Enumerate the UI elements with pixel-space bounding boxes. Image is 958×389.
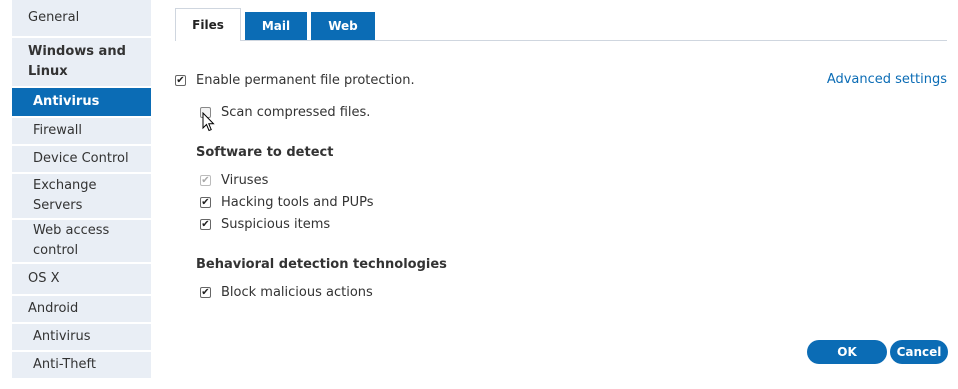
settings-sidebar: General Windows and Linux Antivirus Fire… bbox=[12, 0, 151, 380]
scan-compressed-label: Scan compressed files. bbox=[221, 105, 371, 120]
behavioral-detection-heading: Behavioral detection technologies bbox=[196, 257, 447, 272]
advanced-settings-link[interactable]: Advanced settings bbox=[827, 72, 947, 87]
viruses-checkbox bbox=[200, 175, 211, 186]
software-to-detect-heading: Software to detect bbox=[196, 145, 334, 160]
cancel-button[interactable]: Cancel bbox=[890, 340, 948, 364]
enable-protection-checkbox[interactable] bbox=[175, 75, 186, 86]
nav-android-antivirus-label: Antivirus bbox=[33, 329, 91, 344]
enable-protection-row[interactable]: Enable permanent file protection. bbox=[175, 73, 415, 88]
suspicious-items-row[interactable]: Suspicious items bbox=[200, 217, 330, 232]
tab-bar: Files Mail Web bbox=[175, 8, 379, 41]
nav-general-label: General bbox=[28, 10, 80, 25]
ok-button[interactable]: OK bbox=[807, 340, 887, 364]
nav-osx[interactable]: OS X bbox=[12, 264, 151, 296]
tab-mail[interactable]: Mail bbox=[245, 12, 307, 40]
nav-general[interactable]: General bbox=[12, 0, 151, 38]
nav-exchange-servers[interactable]: Exchange Servers bbox=[12, 174, 151, 220]
scan-compressed-row[interactable]: Scan compressed files. bbox=[200, 105, 370, 120]
nav-exchange-servers-label: Exchange Servers bbox=[33, 178, 97, 213]
nav-android-antivirus[interactable]: Antivirus bbox=[12, 324, 151, 352]
nav-antivirus-label: Antivirus bbox=[33, 94, 100, 109]
hacking-tools-checkbox[interactable] bbox=[200, 197, 211, 208]
nav-web-access-control-label: Web access control bbox=[33, 223, 110, 258]
nav-device-control[interactable]: Device Control bbox=[12, 146, 151, 174]
tab-web[interactable]: Web bbox=[311, 12, 375, 40]
nav-osx-label: OS X bbox=[28, 271, 60, 286]
nav-antivirus[interactable]: Antivirus bbox=[12, 88, 151, 118]
nav-firewall[interactable]: Firewall bbox=[12, 118, 151, 146]
block-malicious-row[interactable]: Block malicious actions bbox=[200, 285, 373, 300]
hacking-tools-row[interactable]: Hacking tools and PUPs bbox=[200, 195, 374, 210]
nav-windows-linux-label: Windows and Linux bbox=[28, 44, 126, 79]
block-malicious-checkbox[interactable] bbox=[200, 287, 211, 298]
viruses-row: Viruses bbox=[200, 173, 268, 188]
nav-firewall-label: Firewall bbox=[33, 123, 83, 138]
nav-windows-linux[interactable]: Windows and Linux bbox=[12, 38, 151, 88]
nav-anti-theft-label: Anti-Theft bbox=[33, 357, 96, 372]
nav-android[interactable]: Android bbox=[12, 296, 151, 324]
nav-anti-theft[interactable]: Anti-Theft bbox=[12, 352, 151, 380]
suspicious-items-checkbox[interactable] bbox=[200, 219, 211, 230]
mouse-pointer-icon bbox=[202, 112, 215, 132]
nav-android-label: Android bbox=[28, 301, 79, 316]
nav-web-access-control[interactable]: Web access control bbox=[12, 220, 151, 264]
tab-files[interactable]: Files bbox=[175, 8, 241, 41]
hacking-tools-label: Hacking tools and PUPs bbox=[221, 195, 374, 210]
block-malicious-label: Block malicious actions bbox=[221, 285, 373, 300]
suspicious-items-label: Suspicious items bbox=[221, 217, 331, 232]
enable-protection-label: Enable permanent file protection. bbox=[196, 73, 415, 88]
nav-device-control-label: Device Control bbox=[33, 151, 129, 166]
viruses-label: Viruses bbox=[221, 173, 269, 188]
